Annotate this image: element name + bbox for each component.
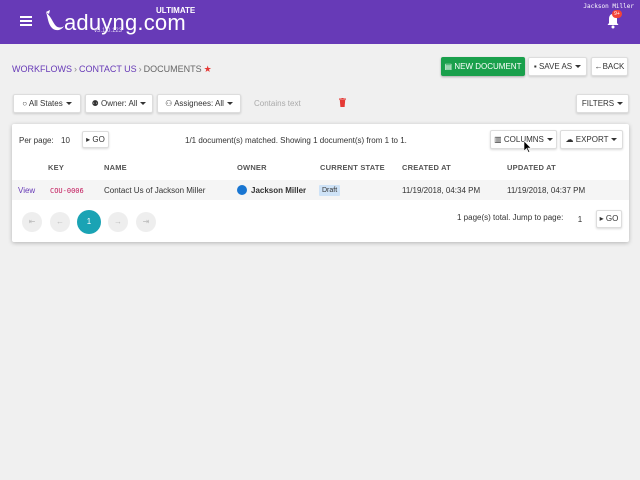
updated-at: 11/19/2018, 04:37 PM: [507, 186, 586, 195]
view-link[interactable]: View: [18, 186, 35, 195]
document-name: Contact Us of Jackson Miller: [104, 186, 206, 195]
status-badge: Draft: [319, 185, 341, 196]
jump-to-page-input[interactable]: [568, 210, 592, 228]
column-header-owner[interactable]: OWNER: [237, 163, 267, 172]
document-key: COU-0006: [50, 187, 84, 195]
breadcrumb-contact-us[interactable]: CONTACT US: [79, 64, 137, 74]
filters-button[interactable]: FILTERS: [576, 94, 629, 113]
last-page-button[interactable]: ⇥: [136, 212, 156, 232]
breadcrumb-separator: ›: [74, 64, 77, 74]
next-page-button[interactable]: →: [108, 212, 128, 232]
arrow-left-icon: ←: [594, 62, 603, 71]
search-input[interactable]: [254, 94, 336, 112]
table-header: KEY NAME OWNER CURRENT STATE CREATED AT …: [12, 160, 629, 178]
export-button[interactable]: ☁ EXPORT: [560, 130, 623, 149]
state-filter-label: All States: [28, 99, 63, 108]
created-at: 11/19/2018, 04:34 PM: [402, 186, 481, 195]
document-list-card: Per page: 10 ▸ GO 1/1 document(s) matche…: [12, 124, 629, 242]
per-page-go-button[interactable]: ▸ GO: [82, 131, 109, 148]
avatar: [237, 185, 247, 195]
star-icon[interactable]: ★: [204, 64, 212, 74]
column-header-current-state[interactable]: CURRENT STATE: [320, 163, 385, 172]
mouse-cursor-icon: [524, 141, 532, 153]
chevron-down-icon: [617, 102, 624, 106]
version-label: v5.1.0.123: [94, 28, 123, 34]
column-header-created-at[interactable]: CREATED AT: [402, 163, 451, 172]
back-button[interactable]: ←BACK: [591, 57, 628, 76]
top-app-bar: aduyng.com ULTIMATE v5.1.0.123 Jackson M…: [0, 0, 640, 44]
menu-icon[interactable]: [20, 16, 32, 26]
column-header-key[interactable]: KEY: [48, 163, 64, 172]
export-label: EXPORT: [575, 135, 609, 144]
matched-summary: 1/1 document(s) matched. Showing 1 docum…: [185, 136, 407, 145]
breadcrumb-separator: ›: [138, 64, 142, 74]
chevron-down-icon: [65, 102, 72, 106]
state-filter-dropdown[interactable]: ○ All States: [13, 94, 81, 113]
new-document-label: NEW DOCUMENT: [454, 62, 522, 71]
chevron-down-icon: [546, 138, 553, 142]
chevron-down-icon: [575, 65, 582, 69]
jump-go-button[interactable]: ▸ GO: [596, 210, 622, 228]
notification-badge: 9+: [612, 10, 622, 18]
per-page-label: Per page:: [19, 136, 54, 145]
table-row: View COU-0006 Contact Us of Jackson Mill…: [12, 180, 629, 200]
play-icon: ▸: [599, 214, 604, 223]
app-logo[interactable]: aduyng.com ULTIMATE v5.1.0.123: [44, 6, 204, 40]
breadcrumb: WORKFLOWS › CONTACT US › DOCUMENTS ★: [12, 64, 212, 75]
user-icon: ⚉: [91, 99, 99, 108]
cloud-download-icon: ☁: [565, 135, 574, 144]
circle-icon: ○: [22, 99, 28, 108]
save-as-label: SAVE AS: [538, 62, 573, 71]
breadcrumb-workflows[interactable]: WORKFLOWS: [12, 64, 72, 74]
trash-icon[interactable]: [339, 98, 346, 107]
edition-label: ULTIMATE: [156, 6, 196, 15]
go-label: GO: [605, 214, 619, 223]
save-icon: ▪: [533, 62, 537, 71]
chevron-down-icon: [226, 102, 233, 106]
chevron-down-icon: [140, 102, 147, 106]
column-header-updated-at[interactable]: UPDATED AT: [507, 163, 556, 172]
columns-icon: ▥: [494, 135, 502, 144]
current-page-button[interactable]: 1: [77, 210, 101, 234]
owner-filter-dropdown[interactable]: ⚉ Owner: All: [85, 94, 153, 113]
whale-logo-icon: [46, 10, 64, 31]
column-header-name[interactable]: NAME: [104, 163, 127, 172]
pages-total-text: 1 page(s) total. Jump to page:: [457, 213, 564, 222]
user-name[interactable]: Jackson Miller: [583, 3, 634, 10]
assignees-filter-label: Assignees: All: [174, 99, 224, 108]
assignees-filter-dropdown[interactable]: ⚇ Assignees: All: [157, 94, 241, 113]
play-icon: ▸: [86, 135, 91, 144]
filters-label: FILTERS: [581, 99, 615, 108]
breadcrumb-current: DOCUMENTS: [143, 64, 202, 74]
save-as-button[interactable]: ▪ SAVE AS: [528, 57, 587, 76]
document-icon: ▤: [444, 62, 453, 71]
owner-filter-label: Owner: All: [100, 99, 138, 108]
previous-page-button[interactable]: ←: [50, 212, 70, 232]
first-page-button[interactable]: ⇤: [22, 212, 42, 232]
owner-name: Jackson Miller: [251, 186, 307, 195]
new-document-button[interactable]: ▤ NEW DOCUMENT: [441, 57, 525, 76]
users-icon: ⚇: [165, 99, 173, 108]
chevron-down-icon: [611, 138, 618, 142]
back-label: BACK: [602, 62, 625, 71]
go-label: GO: [92, 135, 105, 144]
per-page-input[interactable]: 10: [61, 136, 70, 145]
